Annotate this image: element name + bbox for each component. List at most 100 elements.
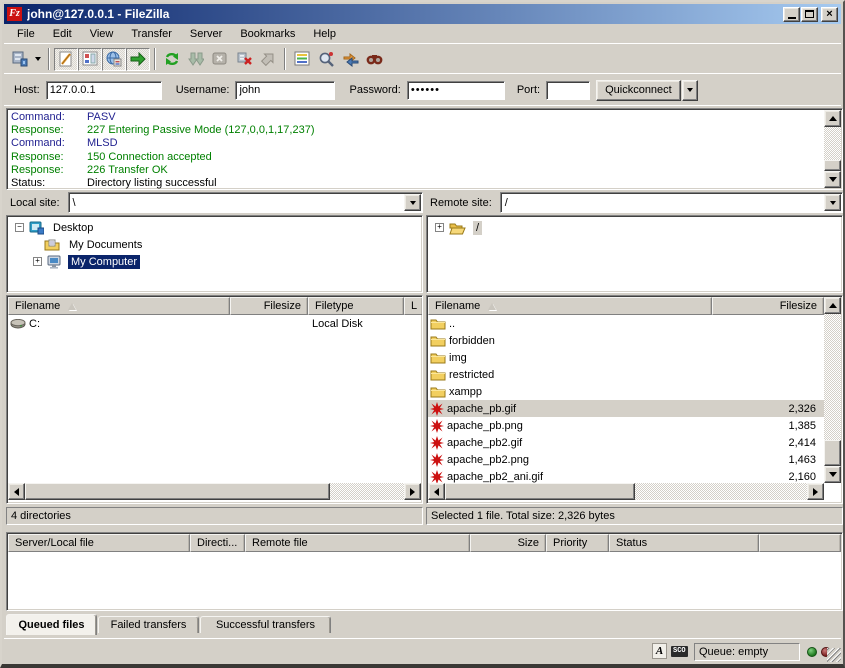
expand-icon[interactable]: + bbox=[33, 257, 42, 266]
table-row[interactable]: apache_pb2.png 1,463 bbox=[428, 451, 824, 468]
compare-button[interactable] bbox=[314, 48, 338, 71]
column-header-filler bbox=[759, 534, 841, 552]
local-horizontal-scrollbar[interactable] bbox=[8, 483, 421, 500]
table-row-selected[interactable]: apache_pb.gif 2,326 bbox=[428, 400, 824, 417]
find-files-button[interactable] bbox=[362, 48, 386, 71]
column-header-status[interactable]: Status bbox=[609, 534, 759, 552]
remote-site-row: Remote site: / bbox=[426, 192, 843, 213]
minimize-button[interactable] bbox=[783, 7, 800, 22]
collapse-icon[interactable]: − bbox=[15, 223, 24, 232]
scroll-left-button[interactable] bbox=[8, 483, 25, 500]
close-button[interactable]: × bbox=[821, 7, 838, 22]
table-row[interactable]: img bbox=[428, 349, 824, 366]
table-row[interactable]: restricted bbox=[428, 366, 824, 383]
cancel-button[interactable] bbox=[208, 48, 232, 71]
title-bar[interactable]: Fz john@127.0.0.1 - FileZilla × bbox=[4, 4, 841, 24]
local-tree-icon bbox=[82, 51, 98, 67]
scroll-thumb[interactable] bbox=[445, 483, 635, 500]
scroll-up-button[interactable] bbox=[824, 110, 841, 127]
process-queue-button[interactable] bbox=[184, 48, 208, 71]
column-header-server-local-file[interactable]: Server/Local file bbox=[8, 534, 190, 552]
column-header-filename[interactable]: Filename bbox=[428, 297, 712, 315]
tab-failed-transfers[interactable]: Failed transfers bbox=[98, 616, 199, 633]
scroll-thumb[interactable] bbox=[25, 483, 330, 500]
table-row[interactable]: apache_pb.png 1,385 bbox=[428, 417, 824, 434]
menu-transfer[interactable]: Transfer bbox=[122, 26, 181, 42]
toggle-queue-button[interactable] bbox=[126, 48, 150, 71]
column-header-size[interactable]: Size bbox=[470, 534, 546, 552]
remote-horizontal-scrollbar[interactable] bbox=[428, 483, 824, 500]
menu-view[interactable]: View bbox=[81, 26, 123, 42]
column-header-remote-file[interactable]: Remote file bbox=[245, 534, 470, 552]
tab-successful-transfers[interactable]: Successful transfers bbox=[200, 616, 331, 633]
folder-open-icon bbox=[449, 221, 467, 235]
local-site-combo[interactable]: \ bbox=[68, 192, 423, 213]
scroll-down-button[interactable] bbox=[824, 171, 841, 188]
toggle-message-log-button[interactable] bbox=[54, 48, 78, 71]
scroll-right-button[interactable] bbox=[807, 483, 824, 500]
table-row[interactable]: forbidden bbox=[428, 332, 824, 349]
column-header-lastmodified[interactable]: L bbox=[404, 297, 423, 315]
toggle-local-tree-button[interactable] bbox=[78, 48, 102, 71]
column-header-priority[interactable]: Priority bbox=[546, 534, 609, 552]
log-line: Command:MLSD bbox=[7, 137, 842, 150]
local-file-list: Filename Filesize Filetype L C: Local Di… bbox=[6, 295, 423, 504]
site-manager-dropdown[interactable] bbox=[32, 48, 44, 71]
scroll-thumb[interactable] bbox=[824, 160, 841, 171]
quickconnect-dropdown[interactable] bbox=[682, 80, 698, 101]
remote-tree: + / bbox=[426, 215, 843, 293]
table-row[interactable]: C: Local Disk bbox=[8, 315, 421, 332]
column-header-direction[interactable]: Directi... bbox=[190, 534, 245, 552]
resize-grip[interactable] bbox=[827, 648, 841, 662]
table-row[interactable]: xampp bbox=[428, 383, 824, 400]
port-input[interactable] bbox=[546, 81, 590, 100]
menu-file[interactable]: File bbox=[8, 26, 44, 42]
remote-status-bar: Selected 1 file. Total size: 2,326 bytes bbox=[426, 507, 843, 525]
column-header-filesize[interactable]: Filesize bbox=[230, 297, 308, 315]
username-input[interactable]: john bbox=[235, 81, 335, 100]
scroll-down-button[interactable] bbox=[824, 466, 841, 483]
tree-item-my-documents[interactable]: My Documents bbox=[33, 236, 145, 253]
tree-item-desktop[interactable]: − Desktop bbox=[15, 219, 96, 236]
menu-edit[interactable]: Edit bbox=[44, 26, 81, 42]
tree-item-root[interactable]: + / bbox=[435, 219, 482, 236]
column-header-filename[interactable]: Filename bbox=[8, 297, 230, 315]
host-input[interactable]: 127.0.0.1 bbox=[46, 81, 162, 100]
menu-help[interactable]: Help bbox=[304, 26, 345, 42]
tab-queued-files[interactable]: Queued files bbox=[6, 614, 97, 635]
scroll-up-button[interactable] bbox=[824, 297, 841, 314]
table-row[interactable]: .. bbox=[428, 315, 824, 332]
site-manager-button[interactable] bbox=[8, 48, 32, 71]
menu-bookmarks[interactable]: Bookmarks bbox=[231, 26, 304, 42]
menu-server[interactable]: Server bbox=[181, 26, 231, 42]
log-scrollbar[interactable] bbox=[824, 110, 841, 188]
window-title: john@127.0.0.1 - FileZilla bbox=[27, 7, 782, 21]
scroll-right-button[interactable] bbox=[404, 483, 421, 500]
menu-bar: File Edit View Transfer Server Bookmarks… bbox=[4, 25, 841, 44]
disconnect-button[interactable] bbox=[232, 48, 256, 71]
toggle-remote-tree-button[interactable] bbox=[102, 48, 126, 71]
folder-icon bbox=[430, 351, 446, 364]
transfer-type-icon[interactable]: A bbox=[652, 643, 667, 659]
filter-button[interactable] bbox=[290, 48, 314, 71]
combo-dropdown-button[interactable] bbox=[404, 194, 421, 211]
password-input[interactable]: •••••• bbox=[407, 81, 505, 100]
tree-item-my-computer[interactable]: + My Computer bbox=[33, 253, 140, 270]
speed-limits-icon[interactable]: SCO bbox=[671, 646, 688, 657]
folder-icon bbox=[430, 317, 446, 330]
app-icon: Fz bbox=[7, 7, 22, 21]
maximize-button[interactable] bbox=[801, 7, 818, 22]
scroll-thumb[interactable] bbox=[824, 440, 841, 466]
sync-browsing-button[interactable] bbox=[338, 48, 362, 71]
scroll-left-button[interactable] bbox=[428, 483, 445, 500]
expand-icon[interactable]: + bbox=[435, 223, 444, 232]
quickconnect-button[interactable]: Quickconnect bbox=[596, 80, 681, 101]
remote-vertical-scrollbar[interactable] bbox=[824, 297, 841, 483]
combo-dropdown-button[interactable] bbox=[824, 194, 841, 211]
column-header-filetype[interactable]: Filetype bbox=[308, 297, 404, 315]
column-header-filesize[interactable]: Filesize bbox=[712, 297, 824, 315]
table-row[interactable]: apache_pb2.gif 2,414 bbox=[428, 434, 824, 451]
refresh-button[interactable] bbox=[160, 48, 184, 71]
reconnect-button[interactable] bbox=[256, 48, 280, 71]
remote-site-combo[interactable]: / bbox=[500, 192, 843, 213]
